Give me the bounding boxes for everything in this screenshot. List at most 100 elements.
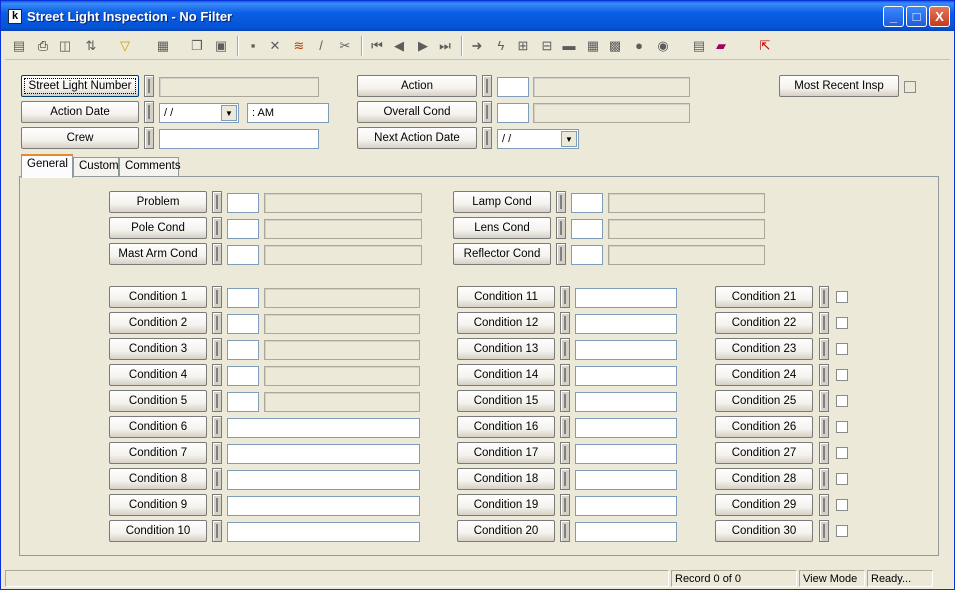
condition-button[interactable]: Condition 26 (715, 416, 813, 438)
condition-button[interactable]: Condition 14 (457, 364, 555, 386)
action-code-field[interactable] (497, 77, 529, 97)
close-button[interactable]: X (929, 6, 950, 27)
condition-checkbox[interactable] (836, 317, 848, 329)
condition-button[interactable]: Condition 12 (457, 312, 555, 334)
condition-button[interactable]: Condition 13 (457, 338, 555, 360)
condition-field[interactable] (575, 366, 677, 386)
last-icon[interactable]: ⏭ (435, 36, 455, 56)
cond-code-field[interactable] (227, 245, 259, 265)
condition-button[interactable]: Condition 18 (457, 468, 555, 490)
condition-button[interactable]: Condition 7 (109, 442, 207, 464)
condition-code-field[interactable] (227, 340, 259, 360)
grid-icon[interactable]: ▤ (9, 36, 29, 56)
condition-field[interactable] (227, 470, 420, 490)
chevron-down-icon[interactable]: ▼ (561, 131, 577, 147)
condition-code-field[interactable] (227, 288, 259, 308)
condition-field[interactable] (227, 496, 420, 516)
cond-label-button[interactable]: Lamp Cond (453, 191, 551, 213)
condition-checkbox[interactable] (836, 343, 848, 355)
image-icon[interactable]: ▩ (605, 36, 625, 56)
calc-icon[interactable]: ▦ (583, 36, 603, 56)
condition-checkbox[interactable] (836, 291, 848, 303)
condition-field[interactable] (575, 314, 677, 334)
condition-field[interactable] (575, 288, 677, 308)
condition-checkbox[interactable] (836, 525, 848, 537)
save-icon[interactable]: ▪ (243, 36, 263, 56)
prev-icon[interactable]: ◀ (389, 36, 409, 56)
condition-button[interactable]: Condition 23 (715, 338, 813, 360)
delete-icon[interactable]: ✕ (265, 36, 285, 56)
globe-icon[interactable]: ◉ (653, 36, 673, 56)
first-icon[interactable]: ⏮ (367, 36, 387, 56)
exit-icon[interactable]: ⇱ (755, 36, 775, 56)
preview-icon[interactable]: ◫ (55, 36, 75, 56)
cond-code-field[interactable] (227, 219, 259, 239)
sort-icon[interactable]: ⇅ (81, 36, 101, 56)
cond-label-button[interactable]: Mast Arm Cond (109, 243, 207, 265)
condition-button[interactable]: Condition 19 (457, 494, 555, 516)
copy-icon[interactable]: ❐ (187, 36, 207, 56)
condition-field[interactable] (227, 522, 420, 542)
condition-button[interactable]: Condition 4 (109, 364, 207, 386)
condition-field[interactable] (575, 470, 677, 490)
next-icon[interactable]: ▶ (413, 36, 433, 56)
condition-button[interactable]: Condition 30 (715, 520, 813, 542)
crew-button[interactable]: Crew (21, 127, 139, 149)
condition-button[interactable]: Condition 29 (715, 494, 813, 516)
chevron-down-icon[interactable]: ▼ (221, 105, 237, 121)
stack-icon[interactable]: ≋ (289, 36, 309, 56)
tab-comments[interactable]: Comments (119, 157, 181, 177)
condition-field[interactable] (575, 392, 677, 412)
next-action-date-button[interactable]: Next Action Date (357, 127, 477, 149)
cond-code-field[interactable] (227, 193, 259, 213)
tree2-icon[interactable]: ⊟ (537, 36, 557, 56)
condition-checkbox[interactable] (836, 473, 848, 485)
tab-general[interactable]: General (21, 154, 73, 178)
cond-label-button[interactable]: Reflector Cond (453, 243, 551, 265)
print-icon[interactable]: ⎙ (33, 36, 53, 56)
report-icon[interactable]: ▦ (153, 36, 173, 56)
condition-code-field[interactable] (227, 366, 259, 386)
action-time-field[interactable]: : AM (247, 103, 329, 123)
maximize-button[interactable]: □ (906, 6, 927, 27)
condition-field[interactable] (575, 496, 677, 516)
condition-button[interactable]: Condition 6 (109, 416, 207, 438)
condition-button[interactable]: Condition 16 (457, 416, 555, 438)
tab-custom[interactable]: Custom (73, 157, 119, 177)
tree-icon[interactable]: ⊞ (513, 36, 533, 56)
cond-code-field[interactable] (571, 219, 603, 239)
condition-checkbox[interactable] (836, 395, 848, 407)
street-light-number-field[interactable] (159, 77, 319, 97)
cond-code-field[interactable] (571, 193, 603, 213)
crew-field[interactable] (159, 129, 319, 149)
book-icon[interactable]: ▰ (711, 36, 731, 56)
street-light-number-button[interactable]: Street Light Number (21, 75, 139, 97)
overall-cond-code-field[interactable] (497, 103, 529, 123)
filter-icon[interactable]: ▽ (115, 36, 135, 56)
condition-button[interactable]: Condition 9 (109, 494, 207, 516)
condition-field[interactable] (575, 418, 677, 438)
condition-button[interactable]: Condition 15 (457, 390, 555, 412)
most-recent-insp-button[interactable]: Most Recent Insp (779, 75, 899, 97)
overall-cond-button[interactable]: Overall Cond (357, 101, 477, 123)
goto-icon[interactable]: ➜ (467, 36, 487, 56)
minimize-button[interactable]: _ (883, 6, 904, 27)
cond-label-button[interactable]: Pole Cond (109, 217, 207, 239)
action-date-button[interactable]: Action Date (21, 101, 139, 123)
condition-field[interactable] (575, 444, 677, 464)
condition-button[interactable]: Condition 20 (457, 520, 555, 542)
field-icon[interactable]: ▬ (559, 36, 579, 56)
cond-label-button[interactable]: Problem (109, 191, 207, 213)
condition-checkbox[interactable] (836, 369, 848, 381)
condition-button[interactable]: Condition 11 (457, 286, 555, 308)
condition-button[interactable]: Condition 8 (109, 468, 207, 490)
cut-icon[interactable]: ✂ (335, 36, 355, 56)
condition-button[interactable]: Condition 2 (109, 312, 207, 334)
table-icon[interactable]: ▤ (689, 36, 709, 56)
condition-button[interactable]: Condition 25 (715, 390, 813, 412)
condition-button[interactable]: Condition 1 (109, 286, 207, 308)
next-action-date-field[interactable]: / / ▼ (497, 129, 579, 149)
edit-icon[interactable]: / (311, 36, 331, 56)
condition-field[interactable] (227, 444, 420, 464)
condition-field[interactable] (227, 418, 420, 438)
